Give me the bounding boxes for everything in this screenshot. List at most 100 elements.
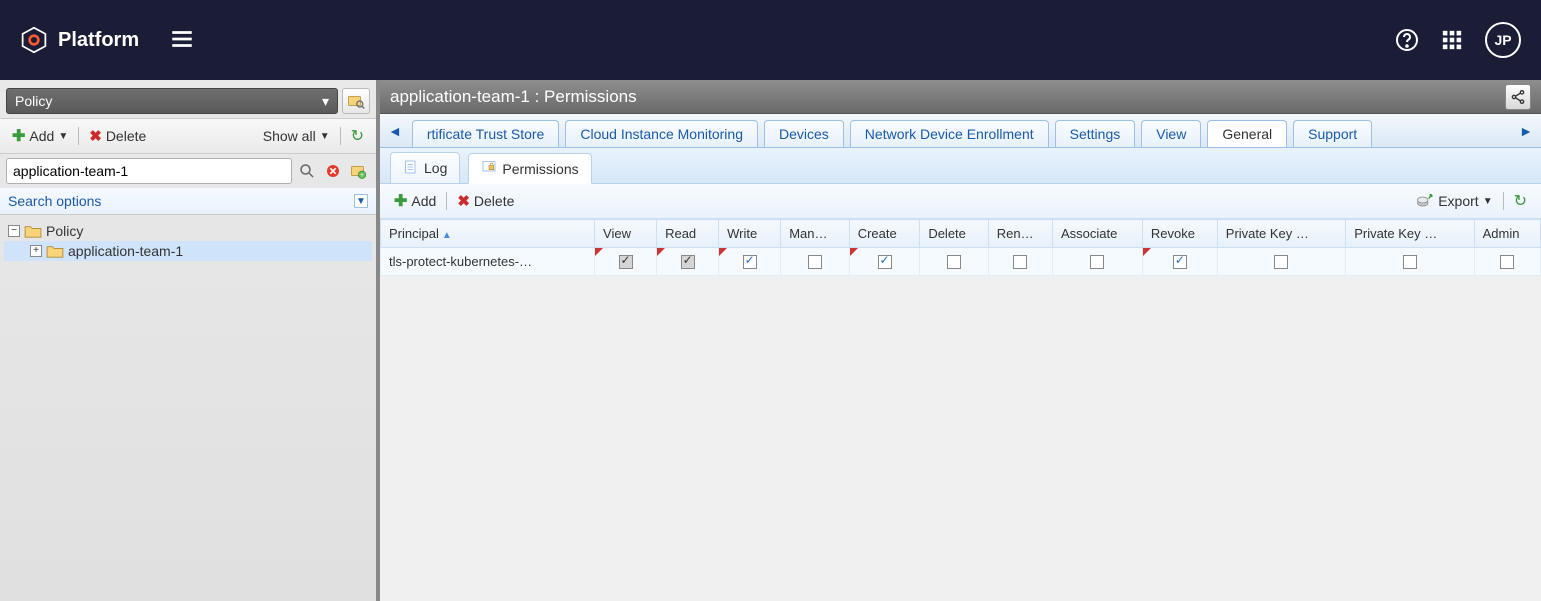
column-header[interactable]: Admin xyxy=(1474,220,1540,248)
sidebar-search-input[interactable] xyxy=(6,158,292,184)
tree-child[interactable]: + application-team-1 xyxy=(4,241,372,261)
show-all-button[interactable]: Show all▼ xyxy=(257,125,336,147)
column-header[interactable]: View xyxy=(595,220,657,248)
tab-log[interactable]: Log xyxy=(390,152,460,183)
checkbox[interactable] xyxy=(808,255,822,269)
upper-tab[interactable]: Settings xyxy=(1055,120,1136,147)
plus-icon: ✚ xyxy=(12,126,25,146)
upper-tab[interactable]: Network Device Enrollment xyxy=(850,120,1049,147)
column-header[interactable]: Private Key … xyxy=(1346,220,1474,248)
sub-tabstrip: Log Permissions xyxy=(380,148,1541,184)
folder-icon xyxy=(24,224,42,238)
upper-tab[interactable]: View xyxy=(1141,120,1201,147)
principal-cell: tls-protect-kubernetes-… xyxy=(381,248,595,276)
clear-search-icon[interactable] xyxy=(322,160,344,182)
content-header: application-team-1 : Permissions xyxy=(380,80,1541,114)
permission-cell[interactable] xyxy=(781,248,849,276)
tab-permissions-label: Permissions xyxy=(502,161,578,177)
checkbox[interactable] xyxy=(1403,255,1417,269)
content-title: application-team-1 : Permissions xyxy=(390,87,637,107)
top-bar: Platform JP xyxy=(0,0,1541,80)
sidebar-add-button[interactable]: ✚Add▼ xyxy=(6,123,74,149)
perm-refresh-button[interactable]: ↻ xyxy=(1508,188,1533,214)
separator xyxy=(446,192,447,210)
checkbox[interactable] xyxy=(878,255,892,269)
checkbox[interactable] xyxy=(1090,255,1104,269)
checkbox[interactable] xyxy=(619,255,633,269)
upper-tab[interactable]: General xyxy=(1207,120,1287,147)
expand-icon[interactable]: + xyxy=(30,245,42,257)
help-icon[interactable] xyxy=(1395,28,1419,52)
permission-cell[interactable] xyxy=(1346,248,1474,276)
search-go-icon[interactable] xyxy=(296,160,318,182)
sort-asc-icon: ▲ xyxy=(442,230,452,241)
checkbox[interactable] xyxy=(681,255,695,269)
tab-permissions[interactable]: Permissions xyxy=(468,153,591,184)
policy-combo[interactable]: Policy ▾ xyxy=(6,88,338,114)
checkbox[interactable] xyxy=(1500,255,1514,269)
permission-cell[interactable] xyxy=(719,248,781,276)
column-header[interactable]: Create xyxy=(849,220,920,248)
tab-scroll-left[interactable]: ◄ xyxy=(384,123,406,139)
checkbox[interactable] xyxy=(1013,255,1027,269)
upper-tabstrip: ◄ rtificate Trust StoreCloud Instance Mo… xyxy=(380,114,1541,148)
x-icon: ✖ xyxy=(89,127,102,145)
perm-delete-button[interactable]: ✖Delete xyxy=(451,189,520,213)
chevron-down-icon: ▼ xyxy=(320,131,330,142)
search-options-bar[interactable]: Search options ▼ xyxy=(0,188,376,215)
share-button[interactable] xyxy=(1505,84,1531,110)
content-area: application-team-1 : Permissions ◄ rtifi… xyxy=(380,80,1541,601)
upper-tab[interactable]: Devices xyxy=(764,120,844,147)
permission-cell[interactable] xyxy=(849,248,920,276)
tree-child-label: application-team-1 xyxy=(68,243,183,259)
policy-tree: − Policy + application-team-1 xyxy=(0,215,376,267)
permission-cell[interactable] xyxy=(595,248,657,276)
svg-text:+: + xyxy=(360,173,364,179)
tab-scroll-right[interactable]: ► xyxy=(1515,123,1537,139)
user-avatar[interactable]: JP xyxy=(1485,22,1521,58)
column-header[interactable]: Ren… xyxy=(988,220,1052,248)
column-header[interactable]: Write xyxy=(719,220,781,248)
column-header[interactable]: Man… xyxy=(781,220,849,248)
column-header[interactable]: Delete xyxy=(920,220,988,248)
permission-cell[interactable] xyxy=(920,248,988,276)
x-icon: ✖ xyxy=(457,192,470,210)
export-button[interactable]: Export▼ xyxy=(1410,189,1498,214)
chevron-down-icon: ▼ xyxy=(1483,196,1493,207)
checkbox[interactable] xyxy=(1173,255,1187,269)
perm-add-button[interactable]: ✚Add xyxy=(388,188,442,214)
column-header[interactable]: Associate xyxy=(1053,220,1143,248)
permission-cell[interactable] xyxy=(988,248,1052,276)
column-header[interactable]: Read xyxy=(657,220,719,248)
upper-tab[interactable]: Support xyxy=(1293,120,1372,147)
checkbox[interactable] xyxy=(1274,255,1288,269)
menu-icon[interactable] xyxy=(169,26,195,55)
checkbox[interactable] xyxy=(743,255,757,269)
chevron-down-icon[interactable]: ▼ xyxy=(354,194,368,208)
tree-root[interactable]: − Policy xyxy=(4,221,372,241)
permission-cell[interactable] xyxy=(1142,248,1217,276)
upper-tab[interactable]: rtificate Trust Store xyxy=(412,120,559,147)
advanced-search-icon[interactable]: + xyxy=(348,160,370,182)
checkbox[interactable] xyxy=(947,255,961,269)
apps-grid-icon[interactable] xyxy=(1441,29,1463,51)
column-header[interactable]: Principal▲ xyxy=(381,220,595,248)
permission-cell[interactable] xyxy=(1474,248,1540,276)
collapse-icon[interactable]: − xyxy=(8,225,20,237)
sidebar-delete-button[interactable]: ✖Delete xyxy=(83,124,152,148)
table-row[interactable]: tls-protect-kubernetes-… xyxy=(381,248,1541,276)
column-header[interactable]: Private Key … xyxy=(1217,220,1345,248)
column-header[interactable]: Revoke xyxy=(1142,220,1217,248)
permission-cell[interactable] xyxy=(1217,248,1345,276)
separator xyxy=(78,127,79,145)
sidebar-search-button[interactable] xyxy=(342,88,370,114)
refresh-button[interactable]: ↻ xyxy=(345,123,370,149)
brand-name: Platform xyxy=(58,29,139,52)
policy-combo-label: Policy xyxy=(15,93,52,109)
upper-tab[interactable]: Cloud Instance Monitoring xyxy=(565,120,758,147)
separator xyxy=(340,127,341,145)
permission-cell[interactable] xyxy=(1053,248,1143,276)
refresh-icon: ↻ xyxy=(1514,191,1527,211)
search-options-label: Search options xyxy=(8,193,101,209)
permission-cell[interactable] xyxy=(657,248,719,276)
